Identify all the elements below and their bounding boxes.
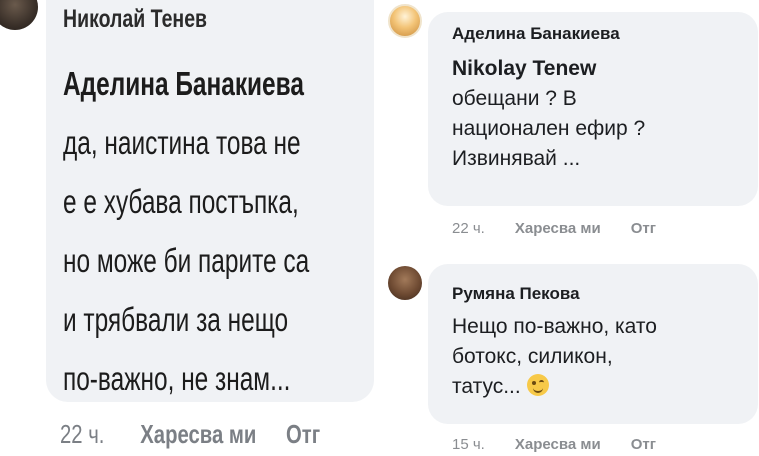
comment-text: Nikolay Tenew обещани ? В национален ефи…	[452, 54, 645, 174]
comment-text: Нещо по-важно, като ботокс, силикон, тат…	[452, 312, 657, 402]
comment-line: татус...	[452, 375, 521, 398]
comment-time[interactable]: 22 ч.	[452, 220, 485, 237]
comment-mention[interactable]: Аделина Банакиева	[63, 54, 359, 113]
comment-time[interactable]: 15 ч.	[452, 436, 485, 453]
avatar-nikolay[interactable]	[0, 0, 38, 30]
reply-button[interactable]: Отг	[631, 220, 656, 237]
comment-author[interactable]: Николай Тенев	[63, 4, 207, 34]
comment-time[interactable]: 22 ч.	[60, 419, 104, 449]
reply-button[interactable]: Отг	[631, 436, 656, 453]
avatar-rumyana[interactable]	[388, 266, 422, 300]
comment-line: обещани ? В	[452, 87, 577, 110]
comment-mention[interactable]: Nikolay Tenew	[452, 54, 645, 84]
comment-line: е е хубава постъпка,	[63, 183, 299, 220]
comment-line: ботокс, силикон,	[452, 345, 613, 368]
left-comment-screenshot: Николай Тенев Аделина Банакиева да, наис…	[0, 0, 378, 456]
comment-text: Аделина Банакиева да, наистина това не е…	[63, 54, 359, 408]
comment-line-with-emoji: татус...	[452, 372, 657, 402]
comment-meta: 15 ч. Харесва ми Отг	[452, 436, 686, 453]
comment-line: Извинявай ...	[452, 147, 581, 170]
comment-line: и трябвали за нещо	[63, 301, 289, 338]
comment-author[interactable]: Румяна Пекова	[452, 284, 580, 304]
comment-line: но може би парите са	[63, 242, 310, 279]
comment-line: да, наистина това не	[63, 124, 301, 161]
comment-line: национален ефир ?	[452, 117, 646, 140]
avatar-adelina[interactable]	[388, 4, 422, 38]
right-comments-screenshot: Аделина Банакиева Nikolay Tenew обещани …	[378, 0, 759, 456]
comment-line: Нещо по-важно, като	[452, 315, 657, 338]
wink-emoji-icon	[526, 374, 549, 396]
comment-author[interactable]: Аделина Банакиева	[452, 24, 620, 44]
like-button[interactable]: Харесва ми	[515, 220, 601, 237]
like-button[interactable]: Харесва ми	[140, 419, 256, 449]
comment-meta: 22 ч. Харесва ми Отг	[452, 220, 686, 237]
reply-button[interactable]: Отг	[286, 419, 320, 449]
comment-line: по-важно, не знам...	[63, 360, 291, 397]
comment-meta: 22 ч. Харесва ми Отг	[60, 419, 350, 450]
like-button[interactable]: Харесва ми	[515, 436, 601, 453]
